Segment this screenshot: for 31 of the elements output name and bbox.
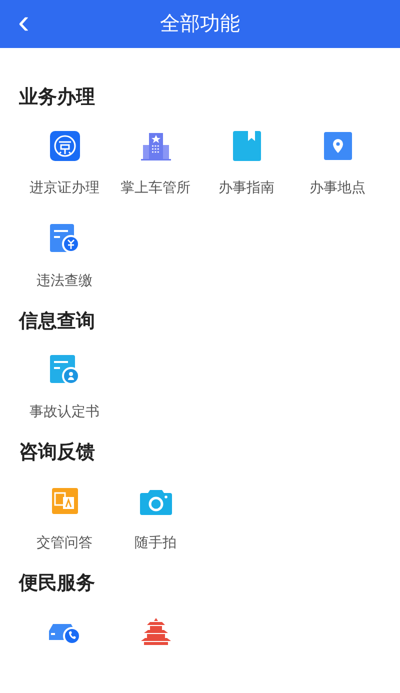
chat-bubbles-icon <box>52 488 78 514</box>
bookmark-book-icon <box>232 131 260 161</box>
function-item[interactable]: 事故认定书 <box>19 353 110 436</box>
function-label: 事故认定书 <box>30 402 100 421</box>
function-item[interactable]: 违法查缴 <box>19 222 110 305</box>
page-title: 全部功能 <box>160 12 240 37</box>
document-person-icon <box>50 355 80 385</box>
gate-badge-icon <box>50 131 80 161</box>
tower-icon <box>138 618 172 646</box>
function-label: 办事地点 <box>310 178 366 197</box>
function-item[interactable]: 随手拍 <box>110 484 201 567</box>
function-item[interactable]: 交管问答 <box>19 484 110 567</box>
section-title: 咨询反馈 <box>19 441 96 465</box>
bill-coin-icon <box>50 224 80 254</box>
camera-icon <box>140 487 172 515</box>
function-item[interactable]: 进京证办理 <box>19 129 110 212</box>
function-label: 办事指南 <box>218 178 274 197</box>
back-button[interactable]: ‹ <box>18 6 30 38</box>
function-label: 进京证办理 <box>30 178 100 197</box>
section-title: 业务办理 <box>19 86 96 110</box>
function-item[interactable]: 办事指南 <box>201 129 292 212</box>
building-icon <box>138 131 172 161</box>
function-item[interactable]: 掌上车管所 <box>110 129 201 212</box>
location-pin-icon <box>324 132 352 160</box>
function-label: 违法查缴 <box>36 271 92 290</box>
function-label: 掌上车管所 <box>120 178 190 197</box>
section-title: 便民服务 <box>19 572 96 596</box>
function-label: 随手拍 <box>134 533 176 552</box>
function-item[interactable]: 办事地点 <box>292 129 383 212</box>
section-title: 信息查询 <box>19 310 96 334</box>
function-label: 交管问答 <box>36 533 92 552</box>
